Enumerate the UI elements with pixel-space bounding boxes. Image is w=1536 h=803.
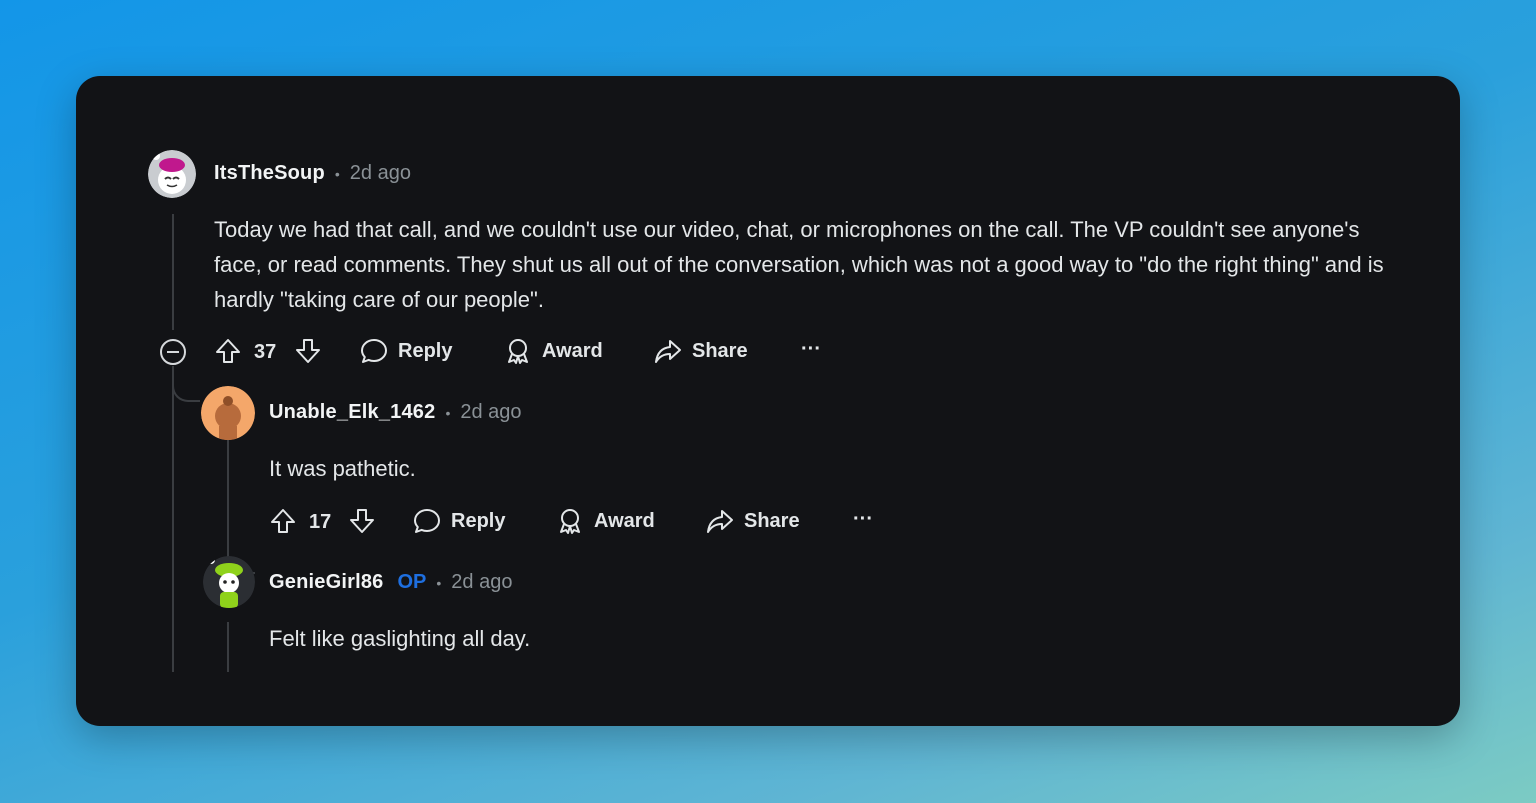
username[interactable]: ItsTheSoup	[214, 162, 325, 185]
downvote-icon[interactable]	[348, 507, 376, 540]
username[interactable]: Unable_Elk_1462	[269, 401, 435, 424]
share-icon	[707, 510, 733, 533]
share-button[interactable]: Share	[706, 507, 800, 535]
username[interactable]: GenieGirl86	[269, 571, 383, 594]
thread-line-reply-2[interactable]	[227, 622, 229, 672]
comment-body: Today we had that call, and we couldn't …	[214, 217, 1384, 312]
avatar-geniegirl86[interactable]	[203, 556, 255, 608]
reply-button[interactable]: Reply	[360, 337, 452, 365]
comment-thread-card: ItsTheSoup • 2d ago Today we had that ca…	[76, 76, 1460, 726]
separator-dot: •	[445, 405, 451, 421]
award-icon	[560, 509, 580, 534]
op-badge: OP	[397, 571, 427, 593]
reply-label: Reply	[451, 509, 506, 532]
collapse-icon[interactable]	[159, 338, 187, 366]
comment-body: Felt like gaslighting all day.	[269, 626, 531, 651]
comment-body: It was pathetic.	[269, 456, 416, 481]
upvote-icon[interactable]	[269, 507, 297, 540]
downvote-icon[interactable]	[294, 337, 322, 370]
vote-score: 37	[254, 341, 277, 363]
share-icon	[655, 340, 681, 363]
thread-curve-reply-1	[172, 376, 200, 402]
reply-button[interactable]: Reply	[413, 507, 505, 535]
avatar-itsthesoup[interactable]	[148, 150, 196, 198]
timestamp[interactable]: 2d ago	[460, 401, 521, 424]
avatar-unable-elk-1462[interactable]	[201, 386, 255, 440]
timestamp[interactable]: 2d ago	[451, 571, 512, 594]
thread-line-main[interactable]	[172, 214, 174, 330]
timestamp[interactable]: 2d ago	[350, 162, 411, 185]
reply-label: Reply	[398, 339, 453, 362]
reply-icon	[414, 509, 440, 533]
thread-line-main-lower[interactable]	[172, 366, 174, 672]
award-label: Award	[594, 509, 655, 532]
upvote-icon[interactable]	[214, 337, 242, 370]
reply-icon	[361, 339, 387, 363]
more-icon[interactable]: ···	[853, 508, 873, 531]
share-label: Share	[744, 509, 800, 532]
share-label: Share	[692, 339, 748, 362]
award-button[interactable]: Award	[556, 507, 655, 535]
separator-dot: •	[334, 166, 340, 182]
vote-score: 17	[309, 511, 332, 533]
award-icon	[508, 339, 528, 364]
separator-dot: •	[436, 575, 442, 591]
award-label: Award	[542, 339, 603, 362]
share-button[interactable]: Share	[654, 337, 748, 365]
more-icon[interactable]: ···	[801, 338, 821, 361]
award-button[interactable]: Award	[504, 337, 603, 365]
